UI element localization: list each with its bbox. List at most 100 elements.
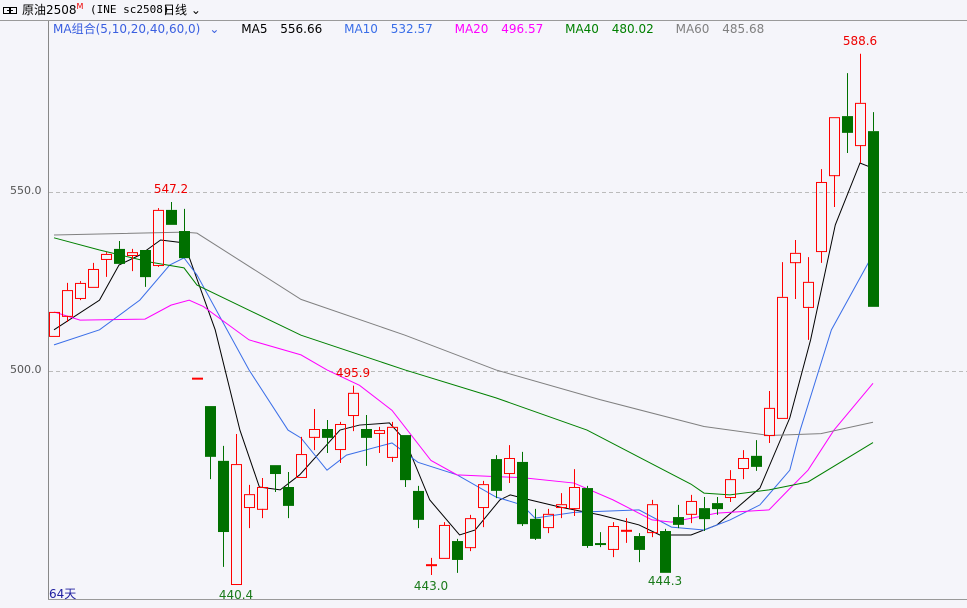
candle-body xyxy=(205,406,216,457)
low-price-label: 440.4 xyxy=(218,588,254,603)
candle xyxy=(842,73,853,153)
candle xyxy=(790,239,801,300)
candle xyxy=(569,469,580,516)
candle-body xyxy=(257,486,268,510)
candle-body xyxy=(439,524,450,559)
candle xyxy=(244,484,255,529)
candle-body xyxy=(790,252,801,264)
candle-body xyxy=(699,508,710,520)
candle-body xyxy=(101,253,112,260)
candle xyxy=(361,415,372,466)
candle xyxy=(764,391,775,443)
candle xyxy=(387,421,398,462)
visible-days-count: 64天 xyxy=(49,587,77,601)
candle-body xyxy=(283,486,294,506)
candle xyxy=(270,465,281,493)
candle xyxy=(283,471,294,519)
candle-body xyxy=(322,428,333,438)
ma60-line xyxy=(53,231,874,436)
candle xyxy=(400,435,411,487)
candle xyxy=(205,406,216,480)
y-tick-label: 550.0 xyxy=(10,184,42,197)
candle xyxy=(738,450,749,480)
candle-body xyxy=(309,428,320,438)
candle xyxy=(88,262,99,288)
candle-body xyxy=(127,252,138,257)
candle-body xyxy=(296,454,307,478)
candle-body xyxy=(335,423,346,451)
candle xyxy=(777,262,788,419)
candle xyxy=(660,528,671,573)
candle-body xyxy=(88,268,99,288)
candle xyxy=(751,440,762,471)
candle-body xyxy=(491,459,502,491)
candle xyxy=(868,112,879,307)
candlestick-chart[interactable] xyxy=(0,0,967,608)
candle-body xyxy=(114,248,125,264)
candle-body xyxy=(608,526,619,550)
candle-body xyxy=(166,209,177,225)
candle xyxy=(829,117,840,208)
candle-body xyxy=(556,504,567,509)
candle-body xyxy=(504,457,515,475)
candle-body xyxy=(348,392,359,417)
candle-body xyxy=(413,490,424,520)
candle-body xyxy=(569,486,580,510)
candle-body xyxy=(140,249,151,278)
candle xyxy=(608,522,619,558)
candle-body xyxy=(387,426,398,458)
candle-body xyxy=(777,296,788,419)
candle xyxy=(595,532,606,548)
candle xyxy=(673,504,684,529)
candle-body xyxy=(62,290,73,317)
low-price-label: 443.0 xyxy=(413,579,449,594)
candle xyxy=(725,470,736,503)
candle-body xyxy=(751,455,762,467)
candle-body xyxy=(244,494,255,509)
ma20-line xyxy=(53,299,874,523)
candle xyxy=(816,169,827,263)
low-price-label: 444.3 xyxy=(647,574,683,589)
candle xyxy=(166,202,177,225)
candle-body xyxy=(231,464,242,586)
candle-body xyxy=(634,536,645,550)
candle-body xyxy=(179,231,190,259)
candle xyxy=(218,445,229,567)
high-price-label: 547.2 xyxy=(153,182,189,197)
candle-body xyxy=(270,465,281,475)
candle-body xyxy=(868,131,879,307)
ma40-line xyxy=(53,237,874,496)
candle-body xyxy=(75,282,86,299)
candle xyxy=(62,282,73,322)
candle xyxy=(530,508,541,540)
candle-body xyxy=(673,517,684,525)
candle-body xyxy=(530,518,541,539)
ma10-line xyxy=(53,254,874,531)
candle xyxy=(348,385,359,432)
candle xyxy=(257,478,268,519)
candle-body xyxy=(855,102,866,147)
candle-body xyxy=(361,428,372,438)
candle xyxy=(309,408,320,451)
candle xyxy=(75,281,86,301)
candle xyxy=(855,53,866,164)
candle-body xyxy=(712,503,723,510)
candle xyxy=(413,485,424,529)
high-price-label: 588.6 xyxy=(842,33,878,48)
candle xyxy=(192,377,203,380)
y-tick-label: 500.0 xyxy=(10,363,42,376)
candle-body xyxy=(218,460,229,533)
candle-body xyxy=(738,457,749,470)
candle-body xyxy=(686,500,697,515)
candle xyxy=(517,451,528,527)
candle xyxy=(712,497,723,515)
candle-body xyxy=(153,209,164,267)
candle-body xyxy=(517,461,528,525)
candle xyxy=(114,241,125,264)
candle-body xyxy=(764,407,775,437)
candle xyxy=(543,508,554,534)
candle xyxy=(153,208,164,267)
candle xyxy=(101,252,112,277)
candle xyxy=(439,522,450,559)
candle-body xyxy=(374,430,385,434)
